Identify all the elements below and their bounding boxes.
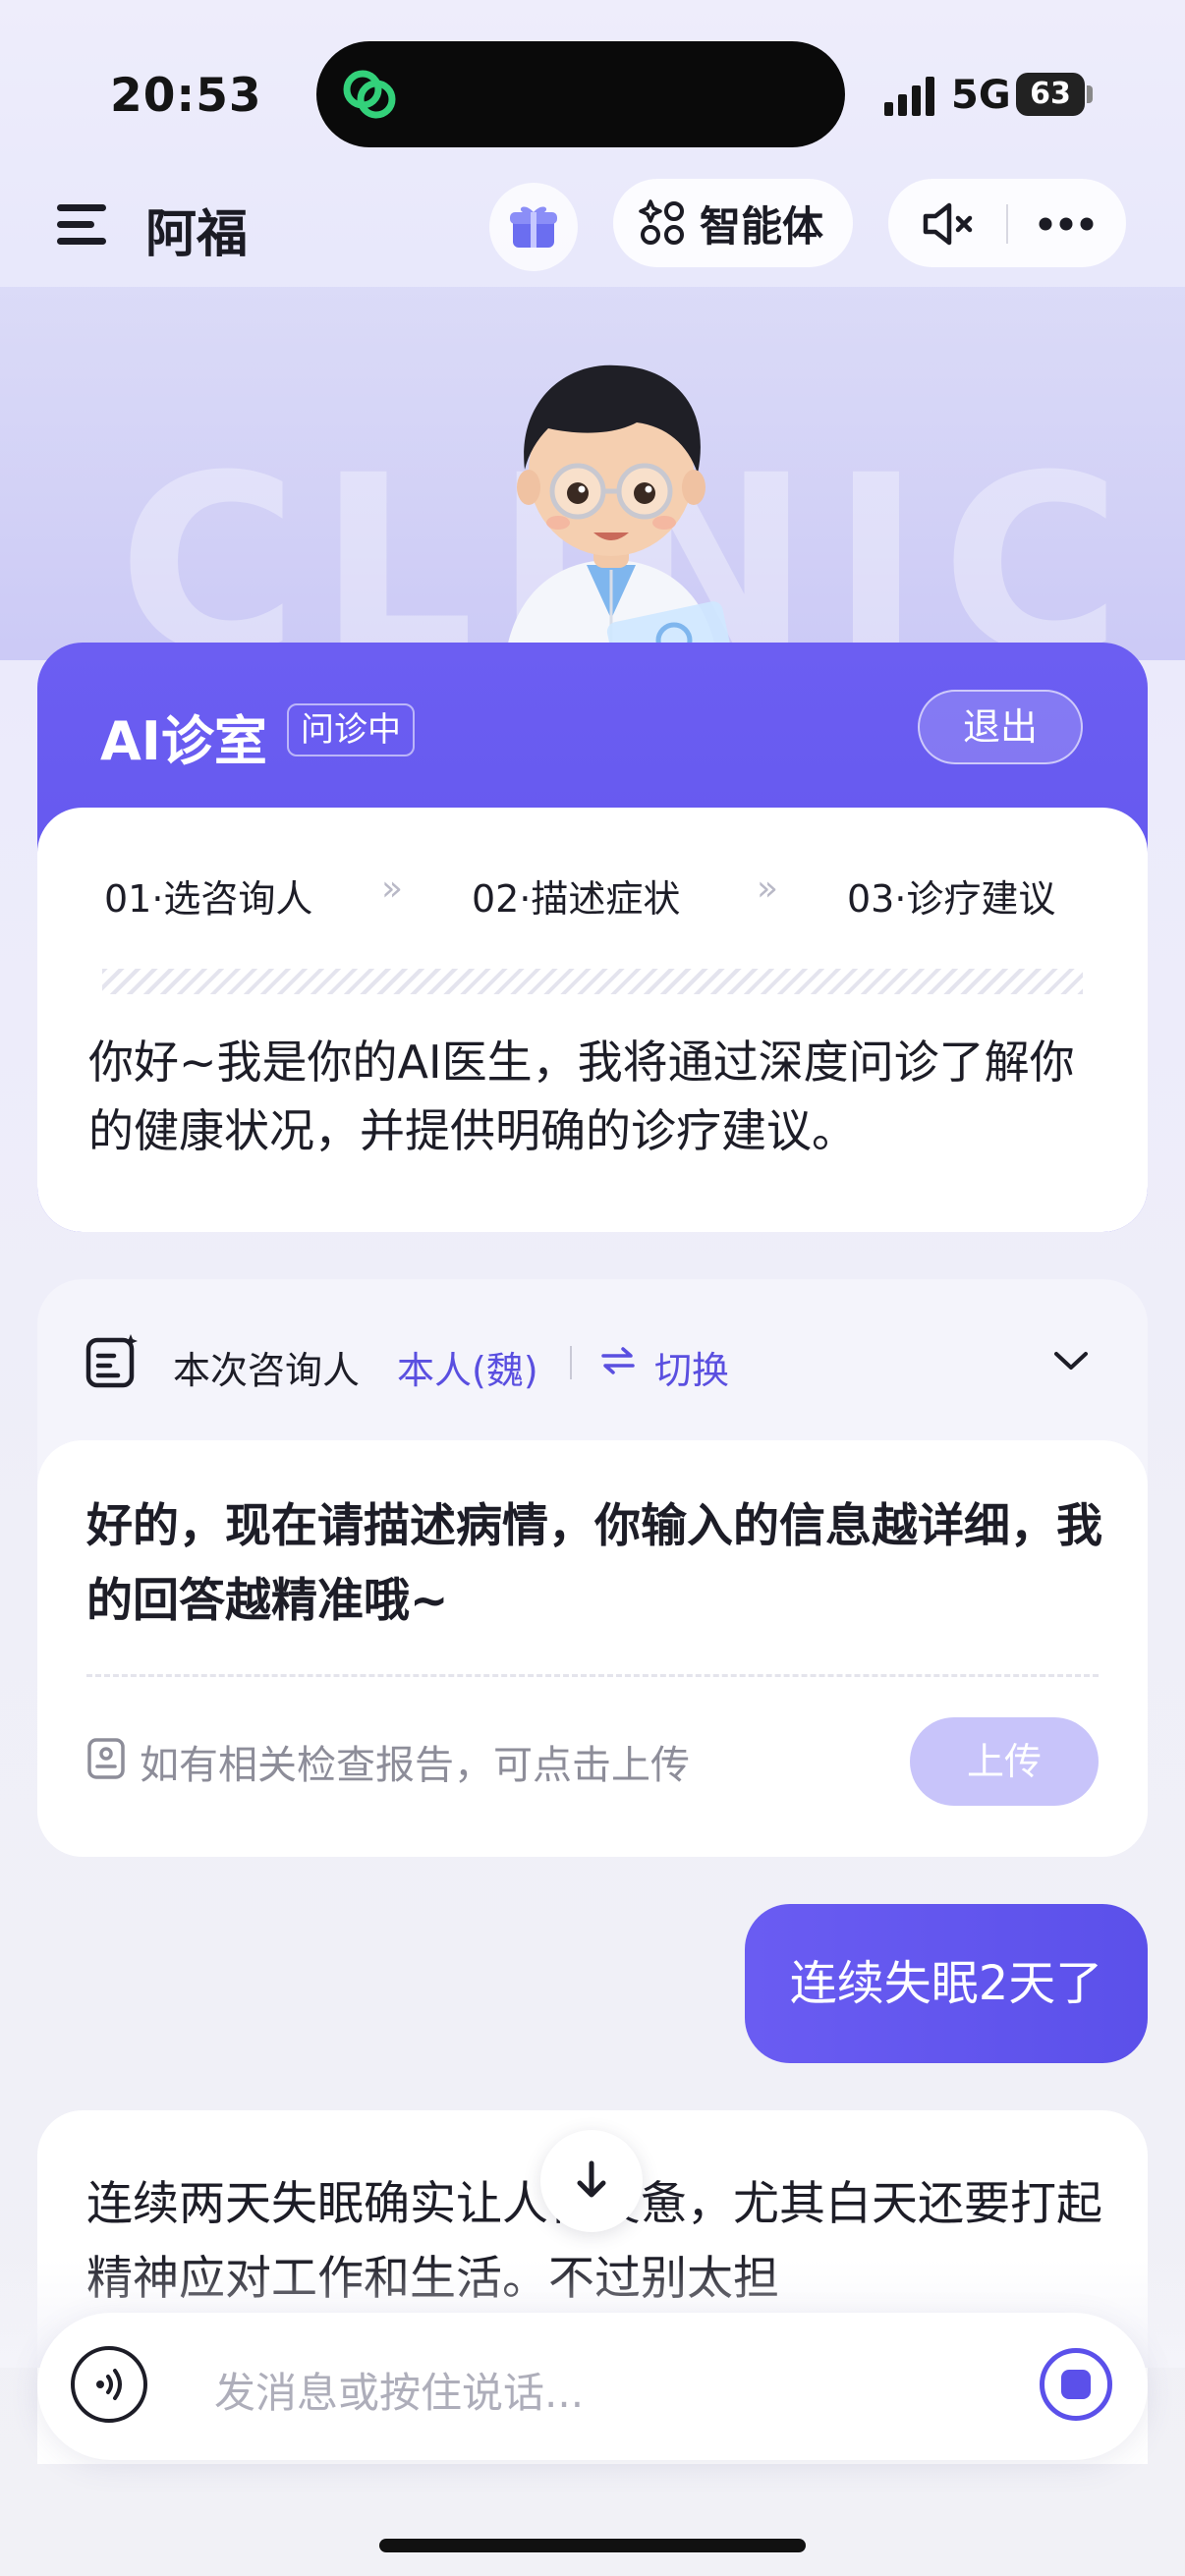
network-type: 5G: [951, 73, 1011, 118]
progress-track: [102, 969, 1083, 994]
clinic-title: AI诊室: [100, 710, 267, 772]
step-select-consultee: 01·选咨询人: [104, 877, 313, 921]
consultee-divider: [570, 1346, 572, 1379]
exit-button[interactable]: 退出: [918, 690, 1083, 764]
battery-cap: [1087, 85, 1093, 103]
doctor-intro-message: 你好~我是你的AI医生，我将通过深度问诊了解你的健康状况，并提供明确的诊疗建议。: [88, 1036, 1075, 1157]
agent-button[interactable]: 智能体: [613, 179, 853, 267]
app-link-icon: [343, 70, 396, 119]
home-indicator: [379, 2539, 806, 2552]
speaker-mute-icon[interactable]: [922, 201, 975, 247]
gift-icon: [510, 206, 557, 248]
switch-consultee-button[interactable]: 切换: [654, 1340, 729, 1394]
consultee-label: 本次咨询人: [173, 1349, 361, 1392]
agents-grid-icon: [639, 199, 684, 245]
switch-icon[interactable]: [601, 1346, 635, 1375]
report-icon: [87, 1738, 125, 1779]
stop-icon: [1061, 2370, 1091, 2399]
doctor-avatar: [503, 364, 734, 688]
app-title: 阿福: [145, 205, 249, 264]
more-icon[interactable]: [1038, 216, 1095, 232]
voice-wave-icon: [96, 2369, 122, 2400]
user-message-bubble: 连续失眠2天了: [745, 1904, 1148, 2063]
consultee-icon: [85, 1334, 138, 1388]
dashed-divider: [86, 1674, 1099, 1677]
step-describe-symptoms: 02·描述症状: [472, 877, 681, 921]
cellular-signal-icon: [884, 77, 934, 116]
ai-prompt-message: 好的，现在请描述病情，你输入的信息越详细，我的回答越精准哦~: [86, 1499, 1102, 1628]
scroll-to-bottom-button[interactable]: [540, 2130, 643, 2232]
arrow-down-icon: [577, 2160, 606, 2198]
status-badge: 问诊中: [287, 703, 415, 756]
battery-icon: 63: [1016, 73, 1085, 116]
upload-button[interactable]: 上传: [910, 1717, 1099, 1806]
message-input[interactable]: 发消息或按住说话...: [214, 2360, 584, 2420]
status-time: 20:53: [110, 69, 262, 123]
chevron-down-icon[interactable]: [1053, 1350, 1089, 1372]
menu-icon[interactable]: [57, 202, 108, 248]
step-chevron: »: [757, 868, 779, 909]
stop-generation-button[interactable]: [1040, 2348, 1112, 2421]
agent-label: 智能体: [700, 201, 824, 251]
step-chevron: »: [381, 868, 404, 909]
consultee-name: 本人(魏): [397, 1349, 538, 1392]
message-input-bar: [37, 2313, 1148, 2460]
gift-button[interactable]: [489, 183, 578, 271]
voice-input-button[interactable]: [71, 2346, 147, 2423]
tools-divider: [1006, 204, 1008, 244]
step-diagnosis-advice: 03·诊疗建议: [847, 877, 1056, 921]
report-upload-hint: 如有相关检查报告，可点击上传: [140, 1743, 690, 1788]
